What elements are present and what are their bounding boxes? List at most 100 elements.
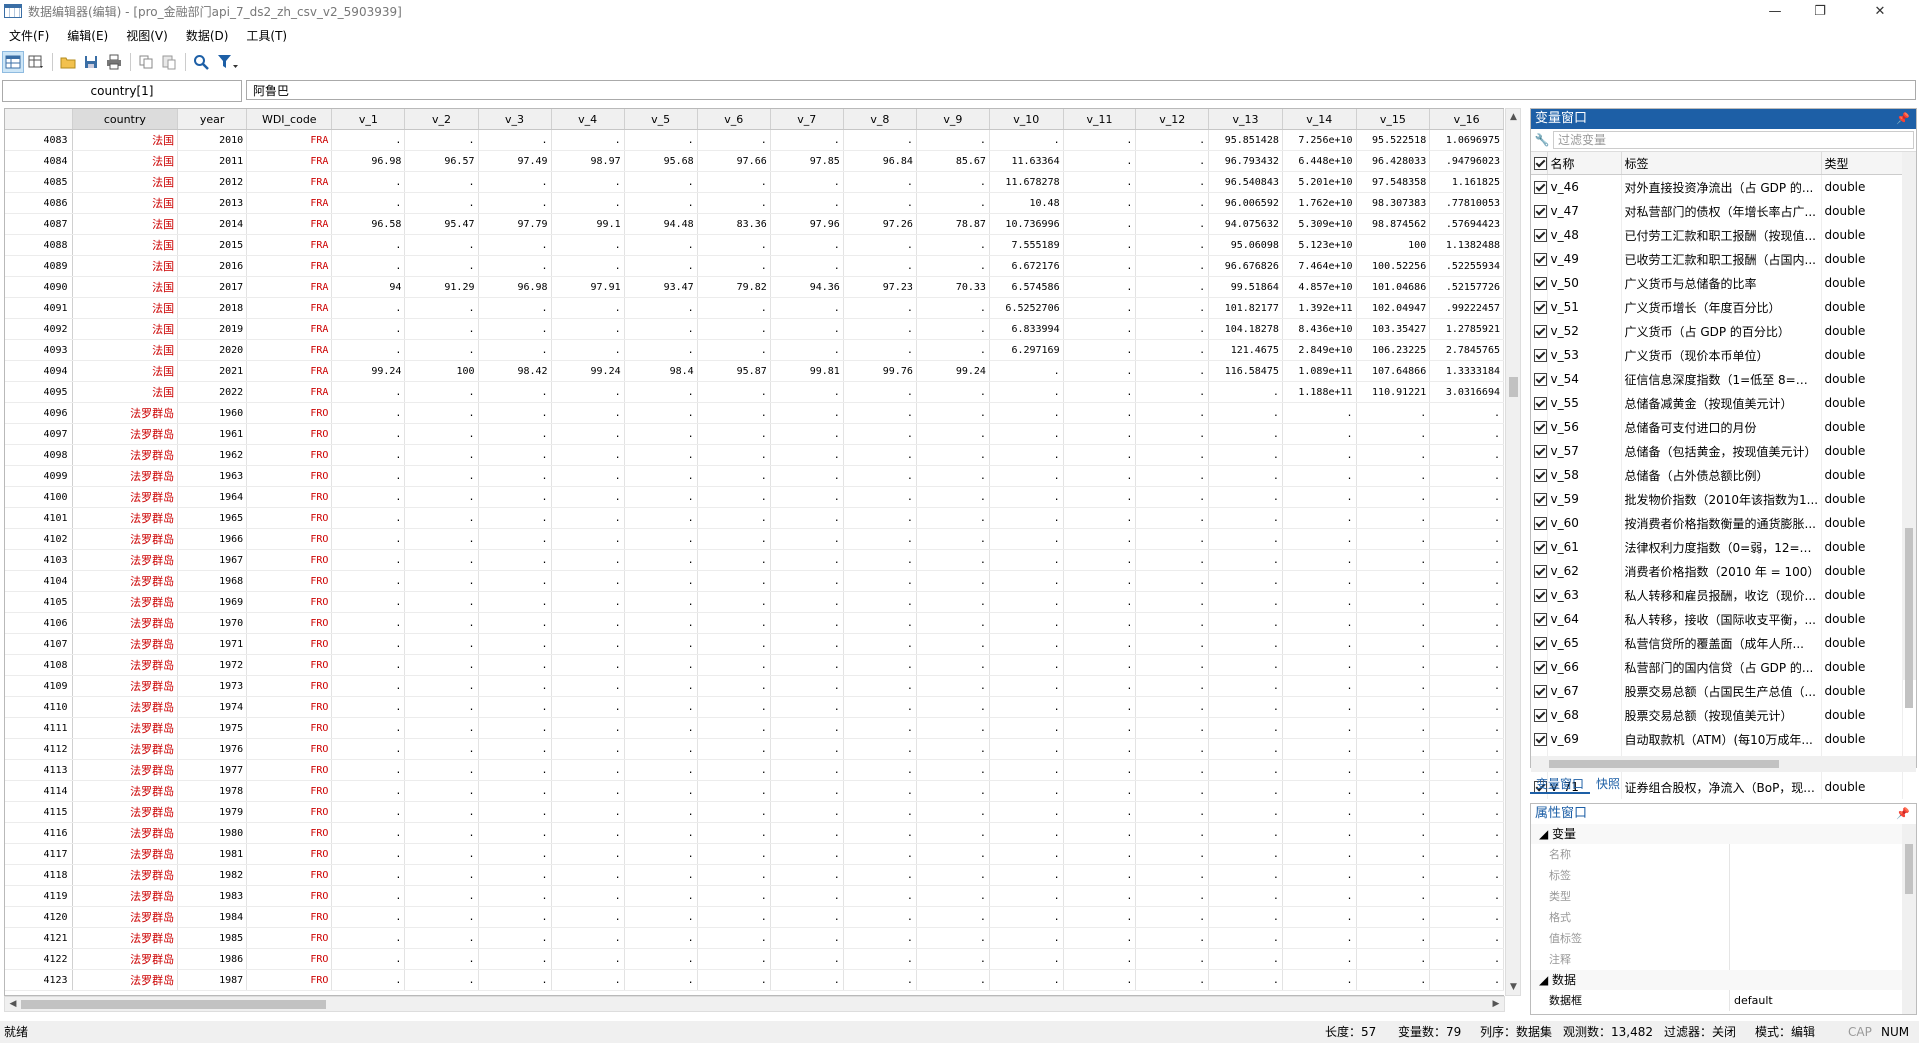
cell-value[interactable]: 95.06098 xyxy=(1208,234,1283,256)
cell-value[interactable]: . xyxy=(770,717,844,739)
cell-value[interactable]: . xyxy=(1208,381,1283,403)
property-row[interactable]: 格式 xyxy=(1531,907,1916,928)
cell-value[interactable]: . xyxy=(551,948,625,970)
variable-row[interactable]: v_67 股票交易总额（占国民生产总值（... double xyxy=(1531,679,1903,703)
cell-value[interactable]: . xyxy=(331,654,406,676)
row-number[interactable]: 4099 xyxy=(5,465,73,487)
property-value[interactable] xyxy=(1730,907,1916,928)
cell-value[interactable]: 97.66 xyxy=(697,150,771,172)
cell-value[interactable]: . xyxy=(843,339,917,361)
minimize-button[interactable]: — xyxy=(1755,0,1795,22)
cell-value[interactable]: . xyxy=(916,339,990,361)
cell-value[interactable]: . xyxy=(404,654,479,676)
cell-wdi-code[interactable]: FRA xyxy=(246,360,333,382)
cell-value[interactable]: . xyxy=(1356,507,1431,529)
cell-value[interactable]: . xyxy=(478,507,552,529)
cell-country[interactable]: 法罗群岛 xyxy=(72,654,179,676)
cell-value[interactable]: . xyxy=(843,297,917,319)
cell-value[interactable]: . xyxy=(1282,465,1357,487)
table-row[interactable]: 4113 法罗群岛 1977 FRO................ xyxy=(5,759,1504,781)
cell-value[interactable]: . xyxy=(624,234,698,256)
cell-value[interactable]: . xyxy=(404,171,479,193)
cell-value[interactable]: . xyxy=(1135,444,1210,466)
cell-value[interactable]: . xyxy=(624,318,698,340)
cell-value[interactable]: . xyxy=(624,822,698,844)
cell-value[interactable]: . xyxy=(1282,843,1357,865)
cell-value[interactable]: . xyxy=(843,864,917,886)
variable-visible-checkbox[interactable] xyxy=(1531,583,1548,607)
variable-visible-checkbox[interactable] xyxy=(1531,391,1548,415)
cell-wdi-code[interactable]: FRA xyxy=(246,381,333,403)
row-number[interactable]: 4121 xyxy=(5,927,73,949)
cell-value[interactable]: . xyxy=(1429,549,1504,571)
cell-value[interactable]: . xyxy=(916,612,990,634)
table-row[interactable]: 4088 法国 2015 FRA......... 7.555189.. 95.06098… xyxy=(5,234,1504,256)
cell-value[interactable]: . xyxy=(770,738,844,760)
cell-value[interactable]: 94.075632 xyxy=(1208,213,1283,235)
cell-value[interactable]: 1964 xyxy=(177,486,248,508)
cell-country[interactable]: 法国 xyxy=(72,213,179,235)
cell-value[interactable]: . xyxy=(697,234,771,256)
row-number[interactable]: 4087 xyxy=(5,213,73,235)
cell-value[interactable]: . xyxy=(989,843,1064,865)
cell-value[interactable]: . xyxy=(551,675,625,697)
cell-value[interactable]: 100 xyxy=(1356,234,1431,256)
cell-value[interactable]: 5.201e+10 xyxy=(1282,171,1357,193)
row-number[interactable]: 4118 xyxy=(5,864,73,886)
cell-value[interactable]: . xyxy=(843,801,917,823)
cell-value[interactable]: . xyxy=(1208,927,1283,949)
variable-visible-checkbox[interactable] xyxy=(1531,655,1548,679)
cell-value[interactable]: . xyxy=(331,843,406,865)
cell-value[interactable]: 1985 xyxy=(177,927,248,949)
cell-value[interactable]: 96.793432 xyxy=(1208,150,1283,172)
cell-country[interactable]: 法国 xyxy=(72,192,179,214)
cell-value[interactable]: . xyxy=(1208,696,1283,718)
cell-value[interactable]: . xyxy=(1063,150,1137,172)
cell-value[interactable]: . xyxy=(624,654,698,676)
cell-value[interactable]: . xyxy=(551,444,625,466)
cell-value[interactable]: 6.297169 xyxy=(989,339,1064,361)
cell-value[interactable]: . xyxy=(1135,129,1210,151)
cell-value[interactable]: . xyxy=(1282,633,1357,655)
variable-row[interactable]: v_49 已收劳工汇款和职工报酬（占国内... double xyxy=(1531,247,1903,271)
cell-value[interactable]: 98.97 xyxy=(551,150,625,172)
cell-value[interactable]: . xyxy=(551,402,625,424)
cell-value[interactable]: 2014 xyxy=(177,213,248,235)
cell-value[interactable]: . xyxy=(1208,717,1283,739)
cell-wdi-code[interactable]: FRA xyxy=(246,129,333,151)
cell-value[interactable]: . xyxy=(989,738,1064,760)
cell-value[interactable]: 85.67 xyxy=(916,150,990,172)
cell-value[interactable]: 98.307383 xyxy=(1356,192,1431,214)
cell-value[interactable]: . xyxy=(843,171,917,193)
cell-value[interactable]: . xyxy=(331,129,406,151)
cell-country[interactable]: 法国 xyxy=(72,129,179,151)
cell-value[interactable]: . xyxy=(1429,885,1504,907)
edit-mode-icon[interactable] xyxy=(2,51,24,73)
cell-value[interactable]: 2021 xyxy=(177,360,248,382)
cell-value[interactable]: . xyxy=(404,780,479,802)
table-row[interactable]: 4122 法罗群岛 1986 FRO................ xyxy=(5,948,1504,970)
cell-value[interactable]: . xyxy=(1135,339,1210,361)
cell-value[interactable]: . xyxy=(916,192,990,214)
cell-value[interactable]: . xyxy=(989,969,1064,991)
cell-value[interactable]: . xyxy=(551,885,625,907)
cell-value[interactable]: . xyxy=(551,927,625,949)
row-number[interactable]: 4089 xyxy=(5,255,73,277)
cell-value[interactable]: 1977 xyxy=(177,759,248,781)
cell-value[interactable]: 96.98 xyxy=(478,276,552,298)
cell-value[interactable]: . xyxy=(989,717,1064,739)
cell-value[interactable]: . xyxy=(770,486,844,508)
tab-variables[interactable]: 变量窗口 xyxy=(1530,774,1591,794)
cell-value[interactable]: . xyxy=(1356,906,1431,928)
table-row[interactable]: 4115 法罗群岛 1979 FRO................ xyxy=(5,801,1504,823)
cell-value[interactable]: . xyxy=(770,318,844,340)
cell-country[interactable]: 法罗群岛 xyxy=(72,948,179,970)
cell-value[interactable]: . xyxy=(916,444,990,466)
cell-value[interactable]: . xyxy=(624,297,698,319)
cell-value[interactable]: . xyxy=(1063,591,1137,613)
cell-value[interactable]: . xyxy=(916,507,990,529)
table-row[interactable]: 4084 法国 2011 FRA 96.98 96.57 97.49 98.97 95.68 97… xyxy=(5,150,1504,172)
cell-value[interactable]: . xyxy=(1063,465,1137,487)
cell-value[interactable]: . xyxy=(478,780,552,802)
cell-value[interactable]: . xyxy=(1135,486,1210,508)
